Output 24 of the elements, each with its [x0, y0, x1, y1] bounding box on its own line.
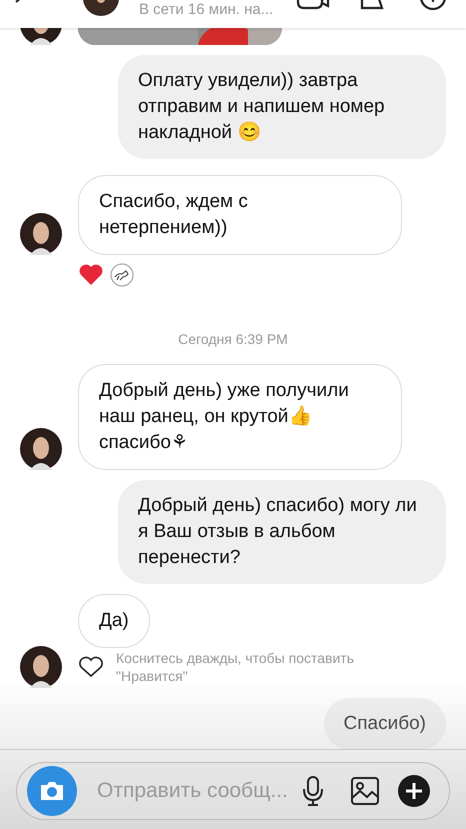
- avatar-icon[interactable]: [20, 28, 62, 45]
- plus-icon[interactable]: [398, 775, 430, 807]
- message-bubble: Добрый день) спасибо) могу ли я Ваш отзыв в альбом перенести?: [118, 480, 446, 584]
- message-placeholder: Отправить сообщ...: [97, 778, 288, 804]
- video-call-icon[interactable]: [296, 0, 330, 10]
- camera-button[interactable]: [27, 766, 77, 816]
- message-bubble: Добрый день) уже получили наш ранец, он крутой👍 спасибо⚘: [78, 364, 402, 470]
- message-composer[interactable]: Отправить сообщ...: [16, 762, 450, 820]
- avatar-icon[interactable]: [20, 428, 62, 470]
- message-bubble: Спасибо, ждем с нетерпением)): [78, 175, 402, 255]
- message-bubble: Спасибо): [324, 698, 446, 750]
- avatar-icon[interactable]: [20, 213, 62, 255]
- camera-icon: [39, 780, 65, 802]
- message-bubble: Да): [78, 594, 150, 648]
- flag-icon[interactable]: [360, 0, 384, 10]
- heart-outline-icon[interactable]: [78, 656, 104, 678]
- microphone-icon[interactable]: [302, 775, 324, 807]
- message-bubble: Оплату увидели)) завтра отправим и напишем номер накладной 😊: [118, 55, 446, 159]
- avatar-icon[interactable]: [20, 646, 62, 688]
- timestamp: Сегодня 6:39 PM: [178, 330, 288, 349]
- heart-icon[interactable]: [78, 264, 104, 286]
- image-icon[interactable]: [350, 776, 380, 806]
- status-text: В сети 16 мин. на...: [139, 0, 274, 20]
- double-tap-hint: Коснитесь дважды, чтобы поставить "Нравится": [116, 649, 356, 685]
